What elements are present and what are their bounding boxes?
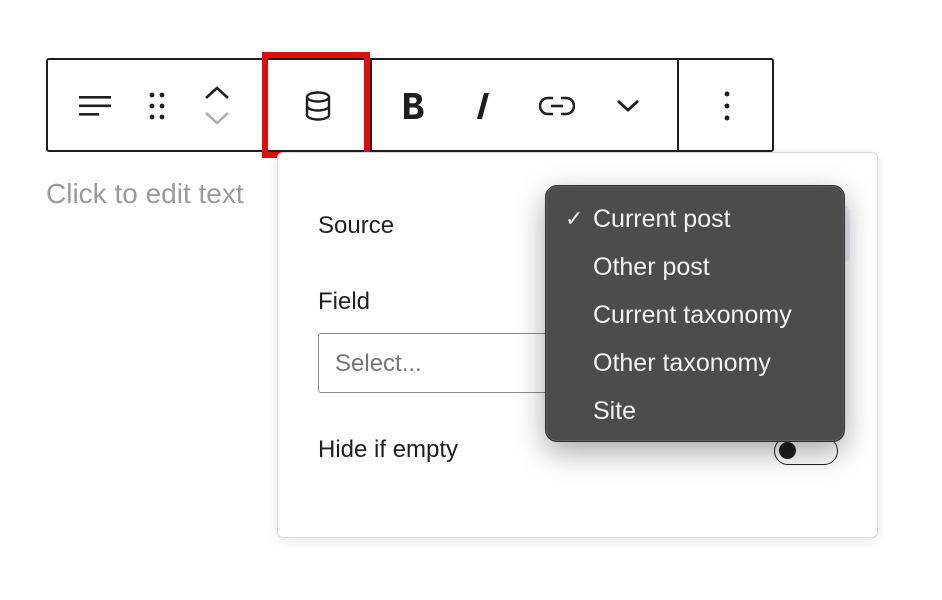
block-toolbar bbox=[46, 58, 774, 152]
menu-item-current-taxonomy[interactable]: Current taxonomy bbox=[593, 301, 792, 330]
field-select-placeholder: Select... bbox=[335, 350, 422, 377]
link-button[interactable] bbox=[528, 60, 586, 152]
menu-item-other-post[interactable]: Other post bbox=[593, 253, 710, 282]
align-icon bbox=[79, 96, 111, 116]
bold-button[interactable] bbox=[388, 60, 438, 152]
toolbar-separator bbox=[370, 60, 372, 152]
menu-item-current-post[interactable]: Current post bbox=[593, 205, 731, 234]
menu-item-site[interactable]: Site bbox=[593, 397, 636, 426]
drag-handle-button[interactable] bbox=[134, 60, 180, 152]
source-label: Source bbox=[318, 212, 395, 239]
source-dropdown-menu: ✓ Current post Other post Current taxono… bbox=[545, 185, 845, 442]
italic-button[interactable] bbox=[460, 60, 506, 152]
checkmark-icon: ✓ bbox=[565, 206, 584, 231]
move-up-icon bbox=[205, 86, 229, 99]
more-options-icon bbox=[724, 91, 730, 121]
field-label: Field bbox=[318, 288, 371, 315]
paragraph-placeholder[interactable]: Click to edit text bbox=[46, 178, 244, 210]
italic-icon bbox=[477, 93, 489, 119]
chevron-down-icon bbox=[617, 99, 639, 112]
menu-item-other-taxonomy[interactable]: Other taxonomy bbox=[593, 349, 771, 378]
bold-icon bbox=[404, 93, 424, 119]
highlight-box bbox=[262, 52, 370, 158]
drag-handle-icon bbox=[149, 92, 165, 120]
link-icon bbox=[539, 96, 575, 116]
toolbar-separator bbox=[677, 60, 679, 152]
move-down-icon bbox=[205, 112, 229, 125]
align-button[interactable] bbox=[70, 60, 120, 152]
toggle-knob bbox=[779, 442, 796, 459]
move-down-button[interactable] bbox=[194, 106, 240, 152]
options-button[interactable] bbox=[704, 60, 750, 152]
hide-if-empty-label: Hide if empty bbox=[318, 436, 459, 463]
move-up-button[interactable] bbox=[194, 60, 240, 106]
more-formats-button[interactable] bbox=[604, 60, 652, 152]
